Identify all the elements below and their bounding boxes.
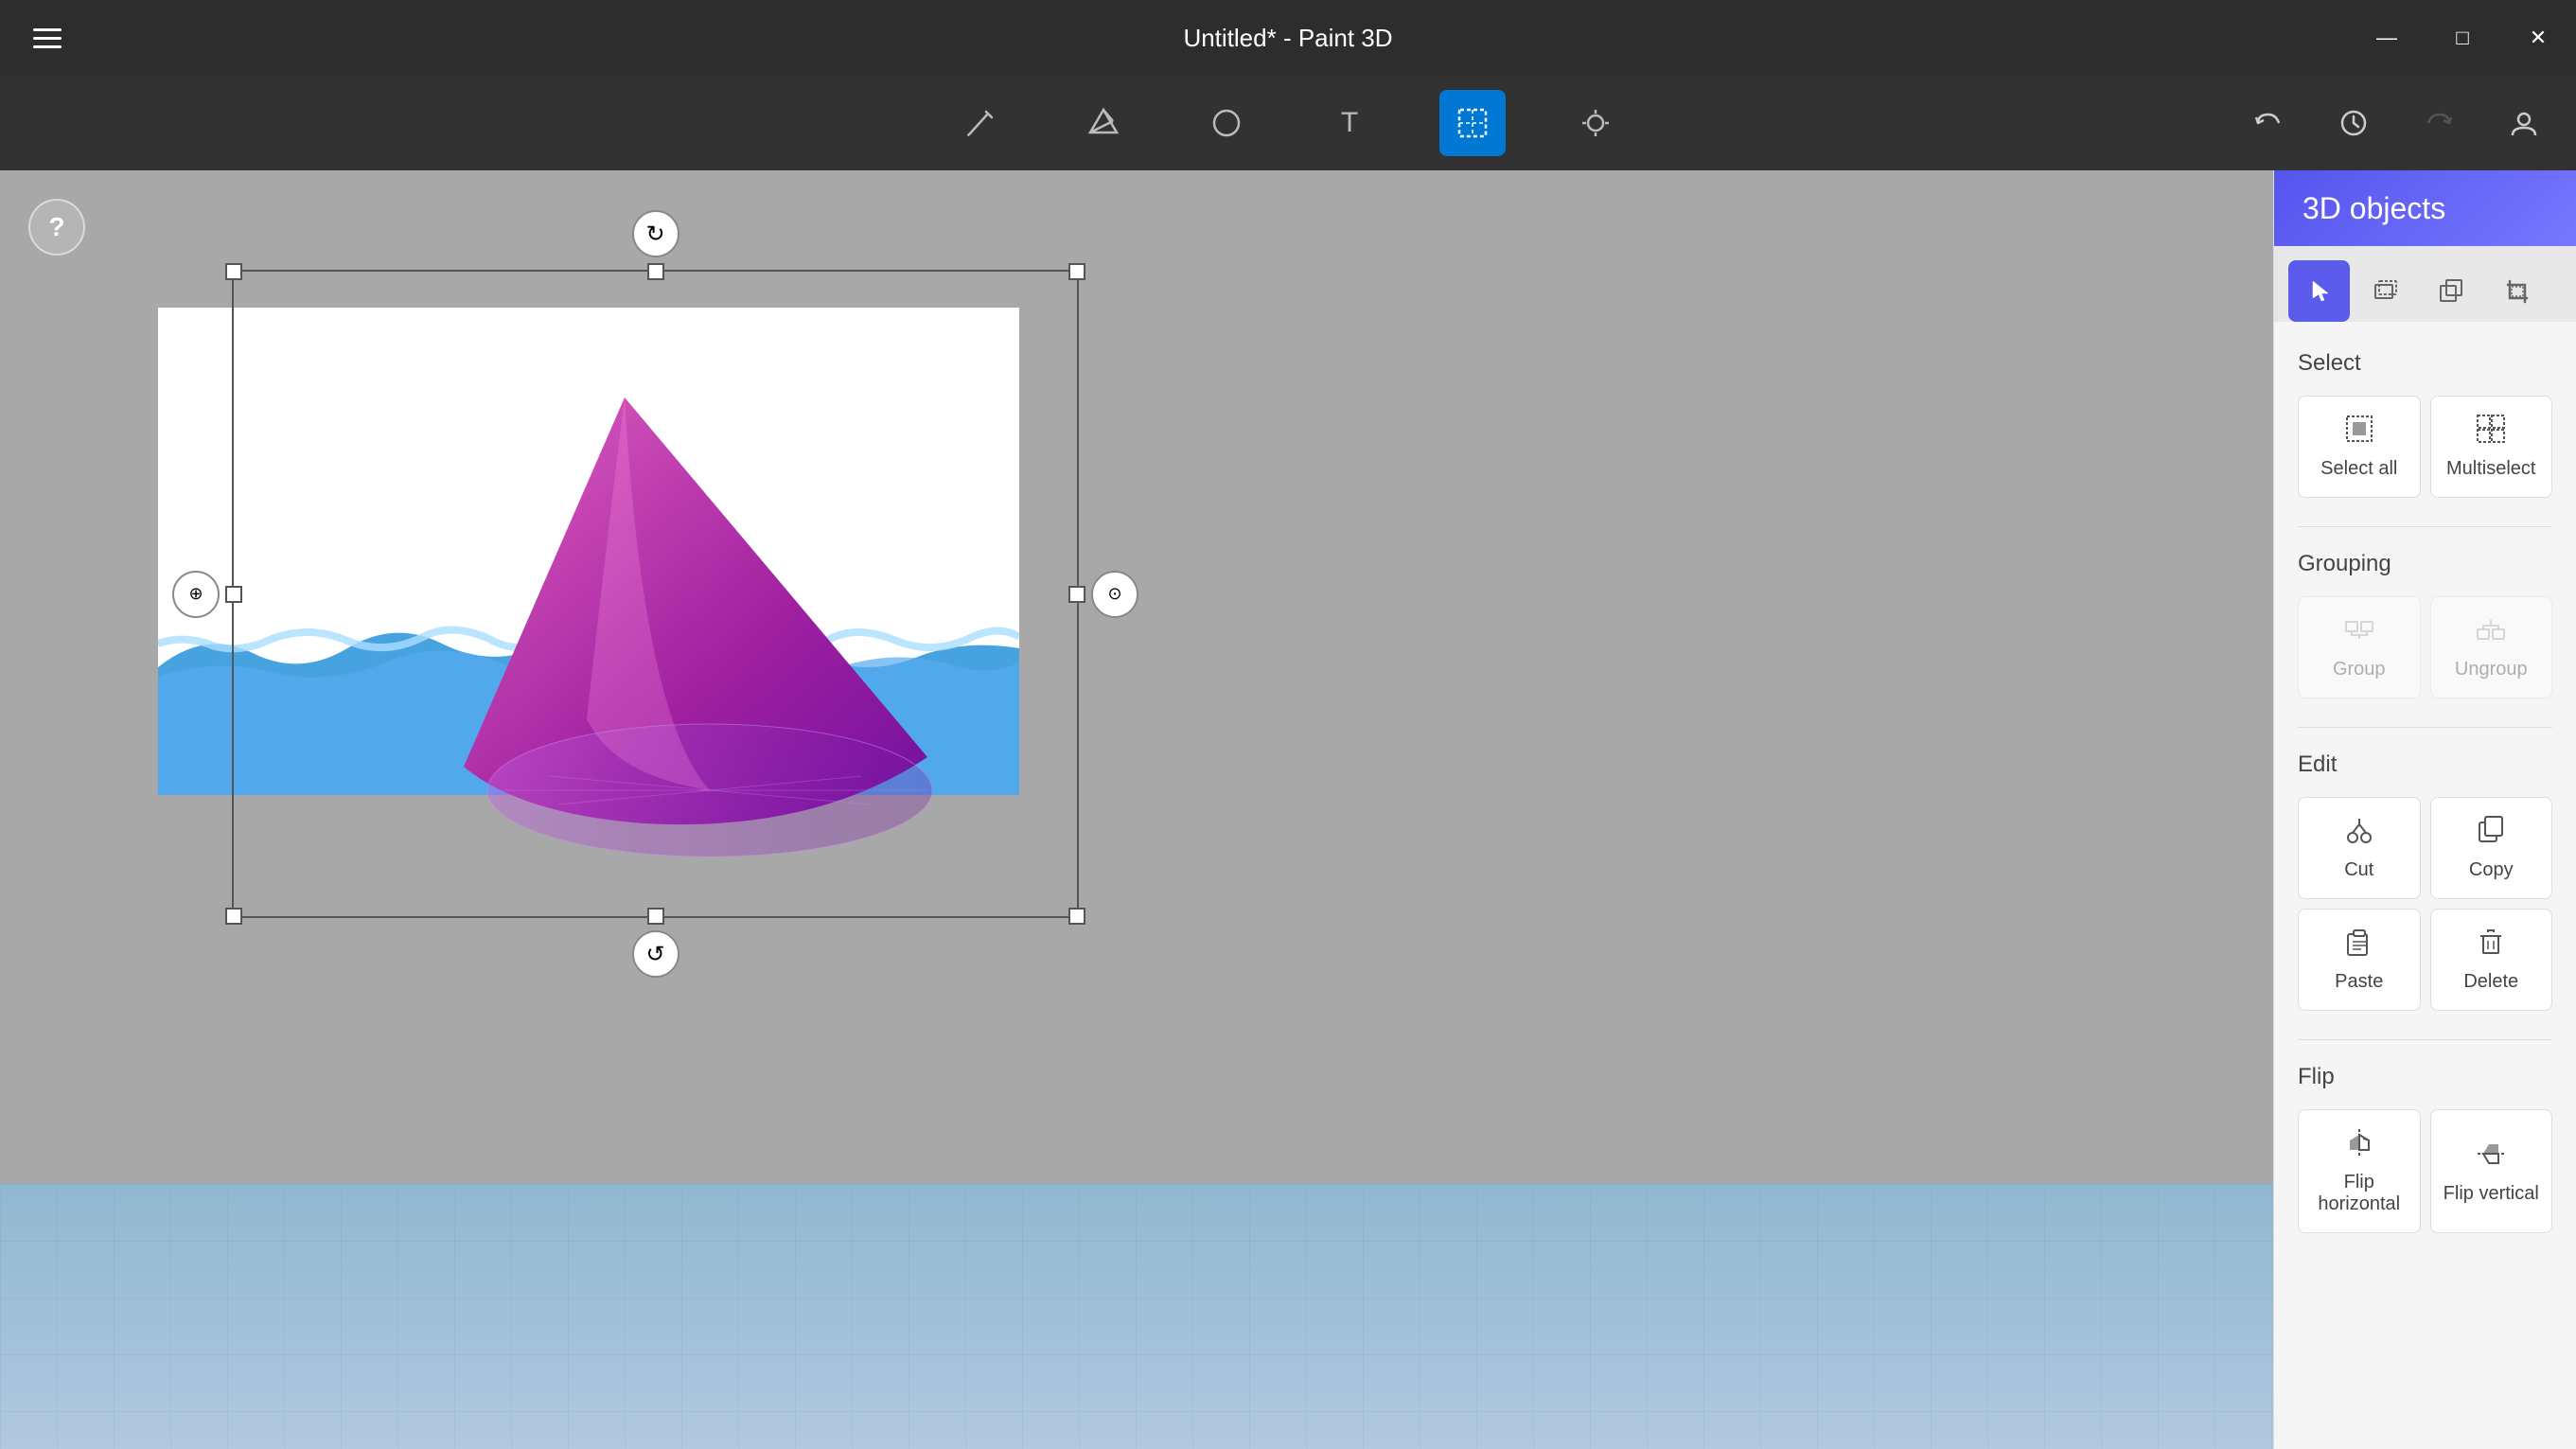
flip-horizontal-label: Flip horizontal	[2308, 1172, 2410, 1215]
group-label: Group	[2333, 659, 2386, 680]
window-controls: — □ ✕	[2349, 0, 2576, 76]
panel-title: 3D objects	[2303, 191, 2445, 226]
depth-handle-left[interactable]: ⊕	[172, 571, 220, 618]
delete-label: Delete	[2463, 971, 2518, 993]
redo-button[interactable]	[2406, 90, 2472, 156]
selection-tool[interactable]	[1439, 90, 1506, 156]
select-buttons: Select all Multiselect	[2298, 396, 2552, 498]
canvas-area[interactable]: ? ↻ ↺ ⊕ ⊙	[0, 170, 2273, 1449]
divider-3	[2298, 1039, 2552, 1040]
select-all-icon	[2344, 414, 2374, 451]
paste-button[interactable]: Paste	[2298, 909, 2421, 1011]
divider-1	[2298, 526, 2552, 527]
hamburger-menu[interactable]	[19, 9, 76, 66]
copy-label: Copy	[2469, 859, 2514, 881]
cut-label: Cut	[2344, 859, 2373, 881]
tab-duplicate[interactable]	[2421, 260, 2482, 322]
flip-vertical-label: Flip vertical	[2444, 1183, 2539, 1205]
ungroup-label: Ungroup	[2455, 659, 2528, 680]
multiselect-label: Multiselect	[2446, 458, 2535, 480]
profile-button[interactable]	[2491, 90, 2557, 156]
cut-button[interactable]: Cut	[2298, 797, 2421, 899]
text-tool[interactable]: T	[1316, 90, 1383, 156]
paste-icon	[2344, 927, 2374, 963]
ground-area	[0, 1184, 2273, 1449]
flip-vertical-icon	[2476, 1139, 2506, 1175]
handle-bottom-left[interactable]	[225, 908, 242, 925]
tab-select[interactable]	[2288, 260, 2350, 322]
handle-bottom-middle[interactable]	[647, 908, 664, 925]
paste-label: Paste	[2335, 971, 2383, 993]
main-area: ? ↻ ↺ ⊕ ⊙ 3D objects	[0, 170, 2576, 1449]
handle-bottom-right[interactable]	[1068, 908, 1085, 925]
panel-tabs	[2274, 246, 2576, 322]
copy-icon	[2476, 815, 2506, 852]
depth-handle-right[interactable]: ⊙	[1091, 571, 1138, 618]
edit-section-label: Edit	[2298, 751, 2552, 778]
grouping-buttons: Group Ungroup	[2298, 596, 2552, 698]
handle-top-middle[interactable]	[647, 263, 664, 280]
edit-buttons: Cut Copy	[2298, 797, 2552, 1011]
tab-crop[interactable]	[2487, 260, 2549, 322]
close-button[interactable]: ✕	[2500, 0, 2576, 76]
handle-top-left[interactable]	[225, 263, 242, 280]
handle-top-right[interactable]	[1068, 263, 1085, 280]
panel-header: 3D objects	[2274, 170, 2576, 246]
cut-icon	[2344, 815, 2374, 852]
group-button[interactable]: Group	[2298, 596, 2421, 698]
selection-box: ↻ ↺ ⊕ ⊙	[232, 270, 1079, 918]
group-icon	[2344, 614, 2374, 651]
minimize-button[interactable]: —	[2349, 0, 2425, 76]
multiselect-icon	[2476, 414, 2506, 451]
toolbar: T	[0, 76, 2576, 170]
right-panel: 3D objects	[2273, 170, 2576, 1449]
flip-section-label: Flip	[2298, 1064, 2552, 1090]
handle-middle-right[interactable]	[1068, 586, 1085, 603]
toolbar-right	[2235, 90, 2557, 156]
ungroup-icon	[2476, 614, 2506, 651]
flip-buttons: Flip horizontal Flip vertical	[2298, 1109, 2552, 1233]
grid-svg	[0, 1184, 2273, 1449]
copy-button[interactable]: Copy	[2430, 797, 2553, 899]
rotate-handle-bottom[interactable]: ↺	[632, 930, 679, 978]
divider-2	[2298, 727, 2552, 728]
select-section-label: Select	[2298, 350, 2552, 377]
tab-3d-select[interactable]	[2355, 260, 2416, 322]
handle-middle-left[interactable]	[225, 586, 242, 603]
history-button[interactable]	[2320, 90, 2387, 156]
delete-icon	[2476, 927, 2506, 963]
help-button[interactable]: ?	[28, 199, 85, 256]
multiselect-button[interactable]: Multiselect	[2430, 396, 2553, 498]
3d-shapes-tool[interactable]	[1070, 90, 1137, 156]
flip-vertical-button[interactable]: Flip vertical	[2430, 1109, 2553, 1233]
delete-button[interactable]: Delete	[2430, 909, 2553, 1011]
maximize-button[interactable]: □	[2425, 0, 2500, 76]
effects-tool[interactable]	[1562, 90, 1629, 156]
select-all-button[interactable]: Select all	[2298, 396, 2421, 498]
titlebar: Untitled* - Paint 3D — □ ✕	[0, 0, 2576, 76]
window-title: Untitled* - Paint 3D	[1183, 24, 1392, 53]
select-all-label: Select all	[2320, 458, 2397, 480]
undo-button[interactable]	[2235, 90, 2302, 156]
flip-horizontal-icon	[2344, 1127, 2374, 1164]
2d-shapes-tool[interactable]	[1193, 90, 1260, 156]
rotate-handle-top[interactable]: ↻	[632, 210, 679, 257]
brushes-tool[interactable]	[947, 90, 1014, 156]
panel-body: Select Select all	[2274, 322, 2576, 1449]
flip-horizontal-button[interactable]: Flip horizontal	[2298, 1109, 2421, 1233]
ungroup-button[interactable]: Ungroup	[2430, 596, 2553, 698]
grouping-section-label: Grouping	[2298, 551, 2552, 577]
